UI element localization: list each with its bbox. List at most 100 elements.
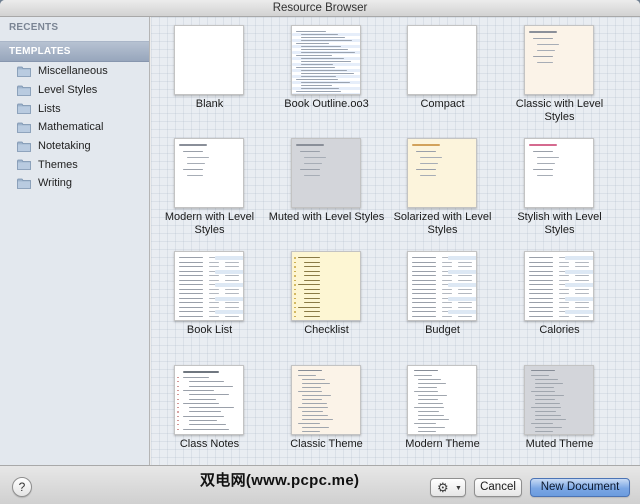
action-menu-button[interactable]: ⚙ ▼ (430, 478, 466, 497)
template-tile[interactable]: Modern Theme (384, 357, 501, 465)
thumbnail-line (575, 275, 589, 276)
thumbnail-line (304, 302, 320, 303)
thumbnail-line (420, 175, 436, 177)
sidebar-heading-recents[interactable]: RECENTS (0, 17, 149, 41)
template-tile[interactable]: Classic Theme (268, 357, 385, 465)
template-tile[interactable]: Modern with Level Styles (151, 130, 268, 242)
template-thumbnail (407, 365, 477, 435)
template-tile[interactable]: Checklist (268, 243, 385, 355)
thumbnail-line (442, 306, 452, 308)
thumbnail-line (177, 424, 179, 426)
sidebar-item-mathematical[interactable]: Mathematical (0, 118, 149, 137)
thumbnail-line (575, 279, 589, 281)
template-tile[interactable]: Stylish with Level Styles (501, 130, 618, 242)
template-label: Muted with Level Styles (268, 211, 385, 223)
thumbnail-line (179, 293, 203, 294)
sidebar-item-label: Lists (38, 102, 61, 115)
template-tile[interactable]: Calories (501, 243, 618, 355)
sidebar-item-level-styles[interactable]: Level Styles (0, 81, 149, 100)
template-tile[interactable]: Blank (151, 17, 268, 129)
thumbnail-row-band (215, 310, 243, 314)
thumbnail-line (294, 297, 296, 299)
thumbnail-line (414, 423, 436, 424)
thumbnail-line (458, 293, 472, 294)
thumbnail-line (442, 288, 452, 290)
thumbnail-line (187, 157, 209, 159)
template-label: Class Notes (179, 438, 240, 450)
thumbnail-row-band (565, 283, 593, 287)
template-tile[interactable]: Classic with Level Styles (501, 17, 618, 129)
template-tile[interactable]: Muted with Level Styles (268, 130, 385, 242)
thumbnail-line (301, 88, 339, 89)
template-label: Blank (195, 98, 224, 110)
thumbnail-line (414, 407, 444, 408)
thumbnail-line (537, 50, 555, 52)
sidebar-item-notetaking[interactable]: Notetaking (0, 137, 149, 156)
thumbnail-row-band (565, 310, 593, 314)
sidebar-item-list: Miscellaneous Level Styles Lists Mathematic… (0, 62, 149, 193)
thumbnail-line (531, 370, 555, 372)
thumbnail-line (537, 175, 553, 177)
thumbnail-line (418, 395, 447, 396)
template-tile[interactable]: Solarized with Level Styles (384, 130, 501, 242)
template-tile[interactable]: Budget (384, 243, 501, 355)
thumbnail-line (179, 315, 203, 317)
thumbnail-line (529, 311, 553, 312)
template-tile[interactable]: Muted Theme (501, 357, 618, 465)
thumbnail-line (529, 297, 553, 299)
template-tile[interactable]: Compact (384, 17, 501, 129)
template-label: Classic with Level Styles (515, 98, 604, 123)
thumbnail-line (179, 257, 203, 258)
thumbnail-line (537, 163, 555, 165)
thumbnail-line (177, 402, 179, 404)
template-label: Muted Theme (525, 438, 594, 450)
thumbnail-line (183, 169, 203, 171)
thumbnail-line (412, 293, 436, 294)
thumbnail-line (177, 428, 179, 430)
template-tile[interactable]: Class Notes (151, 357, 268, 465)
thumbnail-line (442, 275, 452, 276)
template-browser: Blank Book Outline.oo3 Compact Classic with… (151, 17, 640, 465)
thumbnail-line (533, 38, 553, 40)
sidebar-heading-templates[interactable]: TEMPLATES (0, 41, 149, 62)
thumbnail-line (209, 293, 219, 294)
thumbnail-line (304, 261, 320, 263)
sidebar-item-writing[interactable]: Writing (0, 174, 149, 193)
template-thumbnail (524, 365, 594, 435)
thumbnail-line (187, 163, 205, 165)
thumbnail-line (414, 370, 438, 372)
help-button[interactable]: ? (12, 477, 32, 497)
thumbnail-line (533, 151, 553, 153)
thumbnail-line (458, 288, 472, 290)
thumbnail-line (294, 261, 296, 263)
template-tile[interactable]: Book List (151, 243, 268, 355)
thumbnail-line (531, 423, 553, 424)
template-label: Book List (186, 324, 233, 336)
thumbnail-line (301, 46, 341, 47)
thumbnail-line (442, 279, 452, 281)
template-thumbnail (291, 25, 361, 95)
sidebar-item-lists[interactable]: Lists (0, 99, 149, 118)
thumbnail-line (559, 266, 569, 267)
thumbnail-line (225, 302, 239, 303)
thumbnail-line (442, 293, 452, 294)
template-thumbnail (291, 365, 361, 435)
sidebar-item-themes[interactable]: Themes (0, 155, 149, 174)
thumbnail-line (183, 151, 203, 153)
thumbnail-row-band (448, 283, 476, 287)
thumbnail-line (302, 419, 333, 420)
cancel-button[interactable]: Cancel (474, 478, 522, 497)
thumbnail-line (183, 371, 219, 373)
thumbnail-line (537, 157, 559, 159)
template-thumbnail (291, 251, 361, 321)
sidebar-item-miscellaneous[interactable]: Miscellaneous (0, 62, 149, 81)
template-label: Book Outline.oo3 (284, 98, 369, 110)
thumbnail-line (304, 288, 320, 290)
thumbnail-line (183, 428, 229, 430)
template-label: Budget (425, 324, 460, 336)
template-tile[interactable]: Book Outline.oo3 (268, 17, 385, 129)
thumbnail-line (304, 157, 326, 159)
thumbnail-line (179, 270, 203, 272)
thumbnail-line (529, 288, 553, 290)
new-document-button[interactable]: New Document (530, 478, 630, 497)
